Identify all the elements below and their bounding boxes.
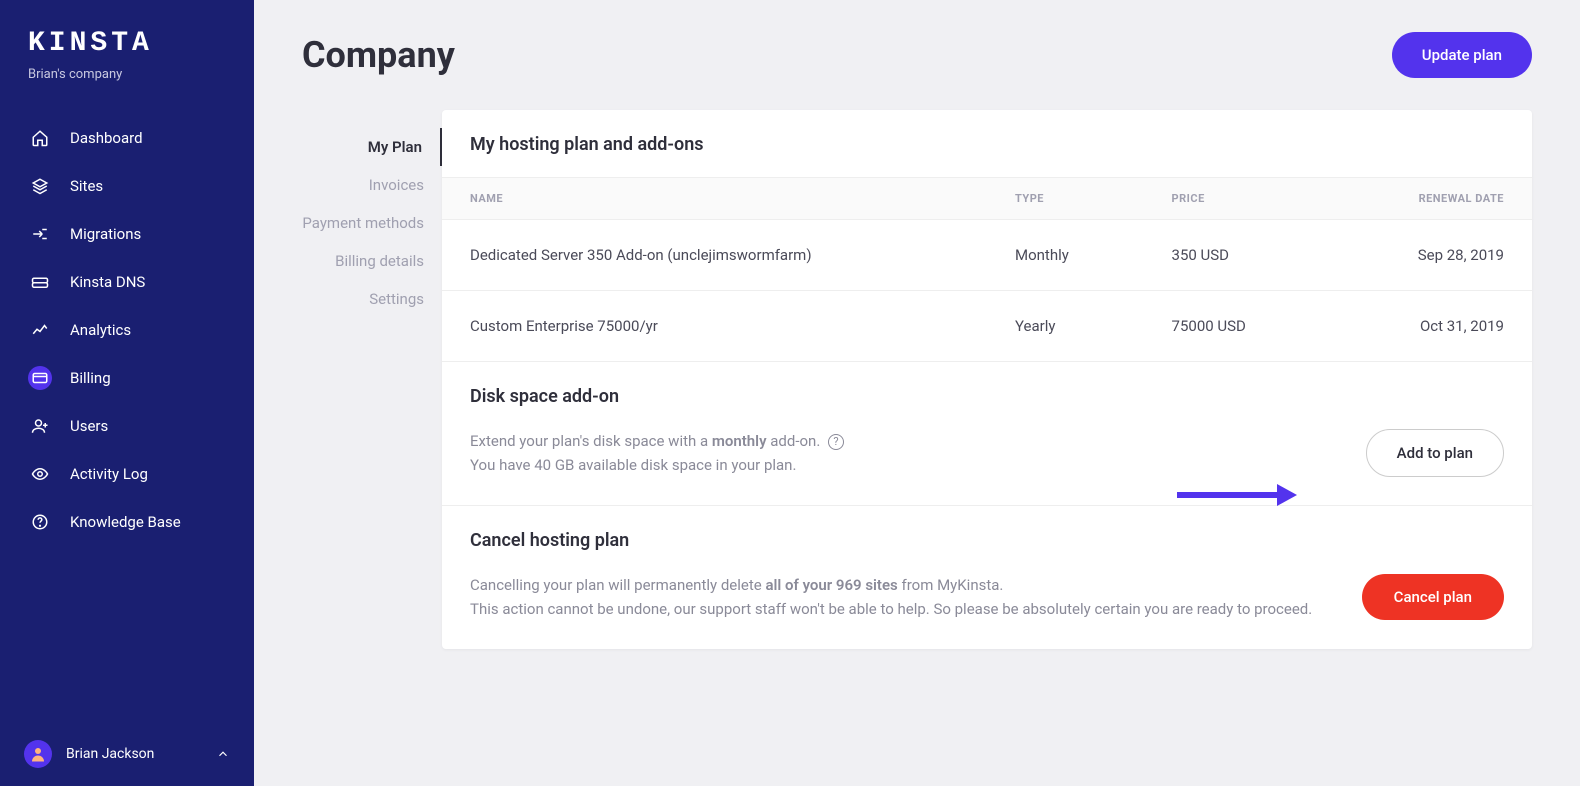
cell-price: 350 USD — [1144, 220, 1330, 291]
nav-sites[interactable]: Sites — [14, 162, 240, 210]
main-nav: Dashboard Sites Migrations Kinsta DNS An… — [0, 114, 254, 728]
main-content: Company Update plan My Plan Invoices Pay… — [254, 0, 1580, 786]
nav-analytics[interactable]: Analytics — [14, 306, 240, 354]
annotation-arrow-icon — [1177, 480, 1297, 510]
nav-label: Migrations — [70, 225, 141, 243]
col-type: TYPE — [987, 178, 1144, 220]
subnav-billing-details[interactable]: Billing details — [302, 242, 442, 280]
nav-billing[interactable]: Billing — [14, 354, 240, 402]
cell-type: Monthly — [987, 220, 1144, 291]
help-icon — [28, 510, 52, 534]
plan-section: My hosting plan and add-ons NAME TYPE PR… — [442, 110, 1532, 362]
content-row: My Plan Invoices Payment methods Billing… — [302, 110, 1532, 649]
nav-label: Billing — [70, 369, 111, 387]
cancel-section-title: Cancel hosting plan — [442, 506, 1532, 573]
update-plan-button[interactable]: Update plan — [1392, 32, 1532, 78]
cancel-section: Cancel hosting plan Cancelling your plan… — [442, 506, 1532, 649]
text: from MyKinsta. — [898, 576, 1004, 594]
nav-dashboard[interactable]: Dashboard — [14, 114, 240, 162]
dns-icon — [28, 270, 52, 294]
billing-subnav: My Plan Invoices Payment methods Billing… — [302, 110, 442, 649]
sidebar: KINSTA Brian's company Dashboard Sites M… — [0, 0, 254, 786]
disk-section-title: Disk space add-on — [442, 362, 1532, 429]
text: Extend your plan's disk space with a — [470, 432, 712, 450]
nav-label: Knowledge Base — [70, 513, 181, 531]
text-bold: all of your 969 sites — [765, 576, 897, 594]
analytics-icon — [28, 318, 52, 342]
brand-text: KINSTA — [28, 28, 153, 59]
nav-label: Dashboard — [70, 129, 143, 147]
users-icon — [28, 414, 52, 438]
nav-label: Users — [70, 417, 108, 435]
nav-users[interactable]: Users — [14, 402, 240, 450]
nav-label: Sites — [70, 177, 103, 195]
cell-name: Dedicated Server 350 Add-on (unclejimswo… — [442, 220, 987, 291]
subnav-payment-methods[interactable]: Payment methods — [302, 204, 442, 242]
text: Cancelling your plan will permanently de… — [470, 576, 765, 594]
table-row: Custom Enterprise 75000/yr Yearly 75000 … — [442, 291, 1532, 362]
table-row: Dedicated Server 350 Add-on (unclejimswo… — [442, 220, 1532, 291]
nav-migrations[interactable]: Migrations — [14, 210, 240, 258]
plan-table: NAME TYPE PRICE RENEWAL DATE Dedicated S… — [442, 177, 1532, 361]
nav-label: Activity Log — [70, 465, 148, 483]
col-renewal: RENEWAL DATE — [1329, 178, 1532, 220]
cell-renewal: Sep 28, 2019 — [1329, 220, 1532, 291]
subnav-invoices[interactable]: Invoices — [302, 166, 442, 204]
chevron-up-icon — [216, 747, 230, 761]
subnav-settings[interactable]: Settings — [302, 280, 442, 318]
avatar — [24, 740, 52, 768]
cancel-plan-button[interactable]: Cancel plan — [1362, 574, 1504, 620]
page-title: Company — [302, 34, 455, 76]
home-icon — [28, 126, 52, 150]
nav-label: Kinsta DNS — [70, 273, 145, 291]
cell-name: Custom Enterprise 75000/yr — [442, 291, 987, 362]
col-price: PRICE — [1144, 178, 1330, 220]
plan-section-title: My hosting plan and add-ons — [442, 110, 1532, 177]
text: This action cannot be undone, our suppor… — [470, 600, 1312, 618]
company-name: Brian's company — [0, 67, 254, 114]
help-tooltip-icon[interactable]: ? — [828, 434, 844, 450]
col-name: NAME — [442, 178, 987, 220]
page-header: Company Update plan — [302, 32, 1532, 78]
nav-activity-log[interactable]: Activity Log — [14, 450, 240, 498]
text: add-on. — [767, 432, 821, 450]
user-menu[interactable]: Brian Jackson — [0, 728, 254, 768]
user-name: Brian Jackson — [66, 746, 202, 762]
text: You have 40 GB available disk space in y… — [470, 456, 796, 474]
nav-knowledge-base[interactable]: Knowledge Base — [14, 498, 240, 546]
disk-space-section: Disk space add-on Extend your plan's dis… — [442, 362, 1532, 506]
cell-type: Yearly — [987, 291, 1144, 362]
text-bold: monthly — [712, 432, 767, 450]
cancel-description: Cancelling your plan will permanently de… — [470, 573, 1312, 621]
nav-kinsta-dns[interactable]: Kinsta DNS — [14, 258, 240, 306]
billing-icon — [28, 366, 52, 390]
nav-label: Analytics — [70, 321, 131, 339]
cell-price: 75000 USD — [1144, 291, 1330, 362]
subnav-my-plan[interactable]: My Plan — [302, 128, 442, 166]
disk-description: Extend your plan's disk space with a mon… — [470, 429, 844, 477]
cell-renewal: Oct 31, 2019 — [1329, 291, 1532, 362]
migrations-icon — [28, 222, 52, 246]
billing-panel: My hosting plan and add-ons NAME TYPE PR… — [442, 110, 1532, 649]
brand-logo: KINSTA — [0, 28, 254, 67]
layers-icon — [28, 174, 52, 198]
eye-icon — [28, 462, 52, 486]
add-to-plan-button[interactable]: Add to plan — [1366, 429, 1504, 477]
